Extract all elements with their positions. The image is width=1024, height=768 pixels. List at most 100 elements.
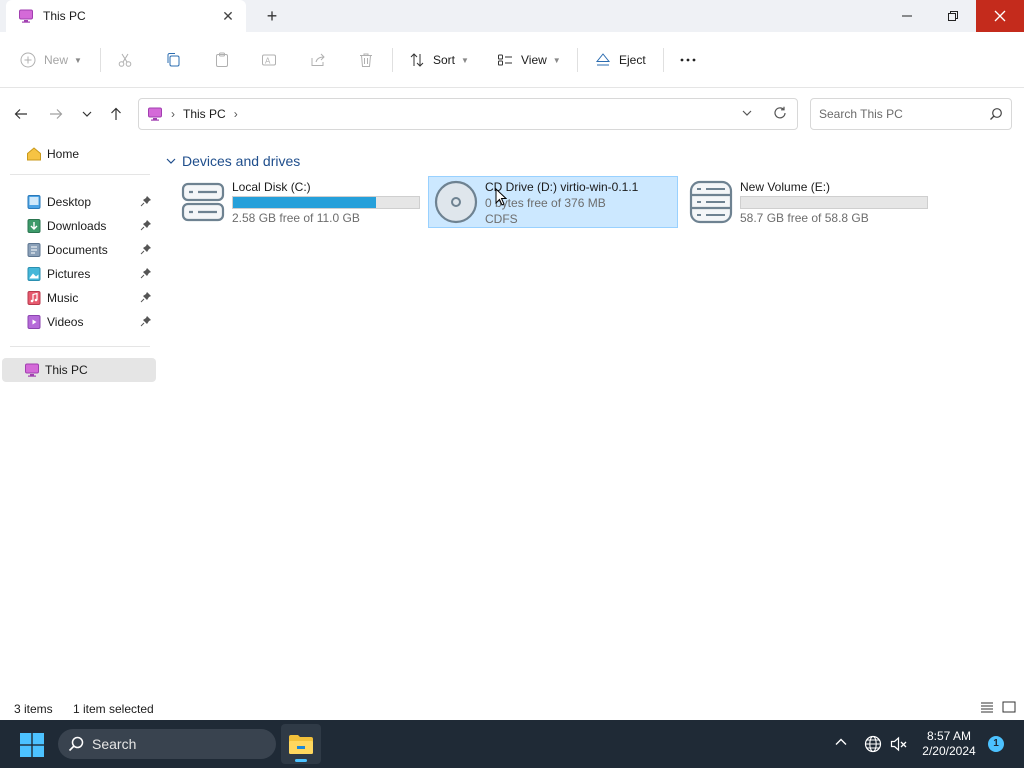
pin-icon[interactable] <box>140 195 152 207</box>
drive-item-e[interactable]: New Volume (E:) 58.7 GB free of 58.8 GB <box>683 176 933 228</box>
arrow-up-icon <box>111 107 121 120</box>
sidebar-item-this-pc[interactable]: This PC <box>2 358 156 382</box>
usage-bar-fill <box>233 197 377 208</box>
details-view-icon[interactable] <box>980 700 994 714</box>
delete-button[interactable] <box>358 46 374 74</box>
sidebar-item-label: Videos <box>47 315 84 329</box>
minimize-button[interactable] <box>884 0 930 32</box>
paste-button[interactable] <box>214 46 230 74</box>
see-more-button[interactable] <box>679 46 697 74</box>
divider <box>392 48 393 72</box>
chevron-down-icon: ▼ <box>74 55 82 65</box>
view-button[interactable]: View ▼ <box>497 46 561 74</box>
drive-free-space: 2.58 GB free of 11.0 GB <box>232 211 360 225</box>
music-icon <box>27 291 41 305</box>
usage-bar <box>232 196 420 209</box>
file-explorer-taskbar-button[interactable] <box>281 724 321 764</box>
more-icon <box>680 58 696 62</box>
drive-item-d[interactable]: CD Drive (D:) virtio-win-0.1.1 0 bytes f… <box>428 176 678 228</box>
pin-icon[interactable] <box>140 243 152 255</box>
navigation-pane: Home Desktop Downloads Documents Picture… <box>0 140 160 695</box>
eject-button[interactable]: Eject <box>595 46 646 74</box>
sidebar-item-label: Documents <box>47 243 108 257</box>
tiles-view-icon[interactable] <box>1002 700 1016 714</box>
network-globe-icon[interactable] <box>864 735 882 753</box>
eject-label: Eject <box>619 53 646 67</box>
sidebar-item-documents[interactable]: Documents <box>4 238 156 262</box>
search-input[interactable] <box>819 107 979 121</box>
new-icon <box>20 52 36 68</box>
chevron-up-icon[interactable] <box>834 735 848 749</box>
recent-locations-button[interactable] <box>77 104 97 124</box>
status-bar: 3 items 1 item selected <box>0 696 1024 720</box>
sort-button[interactable]: Sort ▼ <box>409 46 469 74</box>
sidebar-item-desktop[interactable]: Desktop <box>4 190 156 214</box>
videos-icon <box>27 315 41 329</box>
drive-free-space: 58.7 GB free of 58.8 GB <box>740 211 869 225</box>
notification-badge[interactable]: 1 <box>988 736 1004 752</box>
clock-date: 2/20/2024 <box>922 744 976 758</box>
new-label: New <box>44 53 69 67</box>
chevron-down-icon[interactable] <box>741 107 753 119</box>
sidebar-item-home[interactable]: Home <box>4 142 156 166</box>
cut-icon <box>118 53 132 67</box>
copy-icon <box>167 53 180 67</box>
restore-button[interactable] <box>930 0 976 32</box>
trash-icon <box>360 53 372 67</box>
chevron-down-icon: ▼ <box>461 55 469 65</box>
close-tab-icon[interactable]: ✕ <box>220 8 236 24</box>
sidebar-item-music[interactable]: Music <box>4 286 156 310</box>
pin-icon[interactable] <box>140 291 152 303</box>
chevron-down-icon: ▼ <box>552 55 561 65</box>
share-icon <box>311 53 325 66</box>
paste-icon <box>216 52 228 67</box>
copy-button[interactable] <box>165 46 181 74</box>
chevron-right-icon[interactable]: › <box>171 107 175 121</box>
this-pc-icon <box>25 363 39 377</box>
taskbar-search[interactable]: Search <box>58 729 276 759</box>
pin-icon[interactable] <box>140 267 152 279</box>
close-window-button[interactable] <box>976 0 1024 32</box>
sidebar-item-downloads[interactable]: Downloads <box>4 214 156 238</box>
pin-icon[interactable] <box>140 219 152 231</box>
chevron-down-icon <box>166 158 176 164</box>
breadcrumb-this-pc[interactable]: This PC <box>183 107 226 121</box>
divider <box>10 346 150 347</box>
close-icon <box>994 10 1006 22</box>
group-header-devices[interactable]: Devices and drives <box>166 152 300 170</box>
up-button[interactable] <box>106 104 126 124</box>
chevron-right-icon[interactable]: › <box>234 107 238 121</box>
new-button[interactable]: New ▼ <box>20 46 82 74</box>
forward-button[interactable] <box>46 104 66 124</box>
downloads-icon <box>27 219 41 233</box>
sidebar-item-videos[interactable]: Videos <box>4 310 156 334</box>
speaker-muted-icon[interactable] <box>890 735 908 753</box>
rename-button[interactable]: A <box>261 46 277 74</box>
share-button[interactable] <box>310 46 326 74</box>
sidebar-item-label: Pictures <box>47 267 91 281</box>
system-clock[interactable]: 8:57 AM 2/20/2024 <box>916 729 982 759</box>
refresh-icon[interactable] <box>773 106 787 120</box>
windows-start-icon[interactable] <box>20 733 44 757</box>
cut-button[interactable] <box>117 46 133 74</box>
tab-this-pc[interactable]: This PC ✕ <box>6 0 246 32</box>
selection-count: 1 item selected <box>73 702 154 716</box>
minimize-icon <box>902 15 912 17</box>
pin-icon[interactable] <box>140 315 152 327</box>
restore-icon <box>948 11 958 21</box>
command-bar: New ▼ A Sort ▼ View ▼ Eject <box>0 32 1024 88</box>
search-box[interactable] <box>810 98 1012 130</box>
address-bar[interactable]: › This PC › <box>138 98 798 130</box>
divider <box>10 174 150 175</box>
view-label: View <box>521 53 547 67</box>
sidebar-item-pictures[interactable]: Pictures <box>4 262 156 286</box>
svg-text:A: A <box>265 57 271 66</box>
eject-icon <box>595 53 611 66</box>
new-tab-button[interactable]: + <box>262 6 282 26</box>
drive-name: Local Disk (C:) <box>232 180 311 194</box>
taskbar-search-label: Search <box>92 736 137 752</box>
drive-item-c[interactable]: Local Disk (C:) 2.58 GB free of 11.0 GB <box>175 176 425 228</box>
back-button[interactable] <box>11 104 31 124</box>
clock-time: 8:57 AM <box>926 729 972 743</box>
sidebar-item-label: Desktop <box>47 195 92 209</box>
